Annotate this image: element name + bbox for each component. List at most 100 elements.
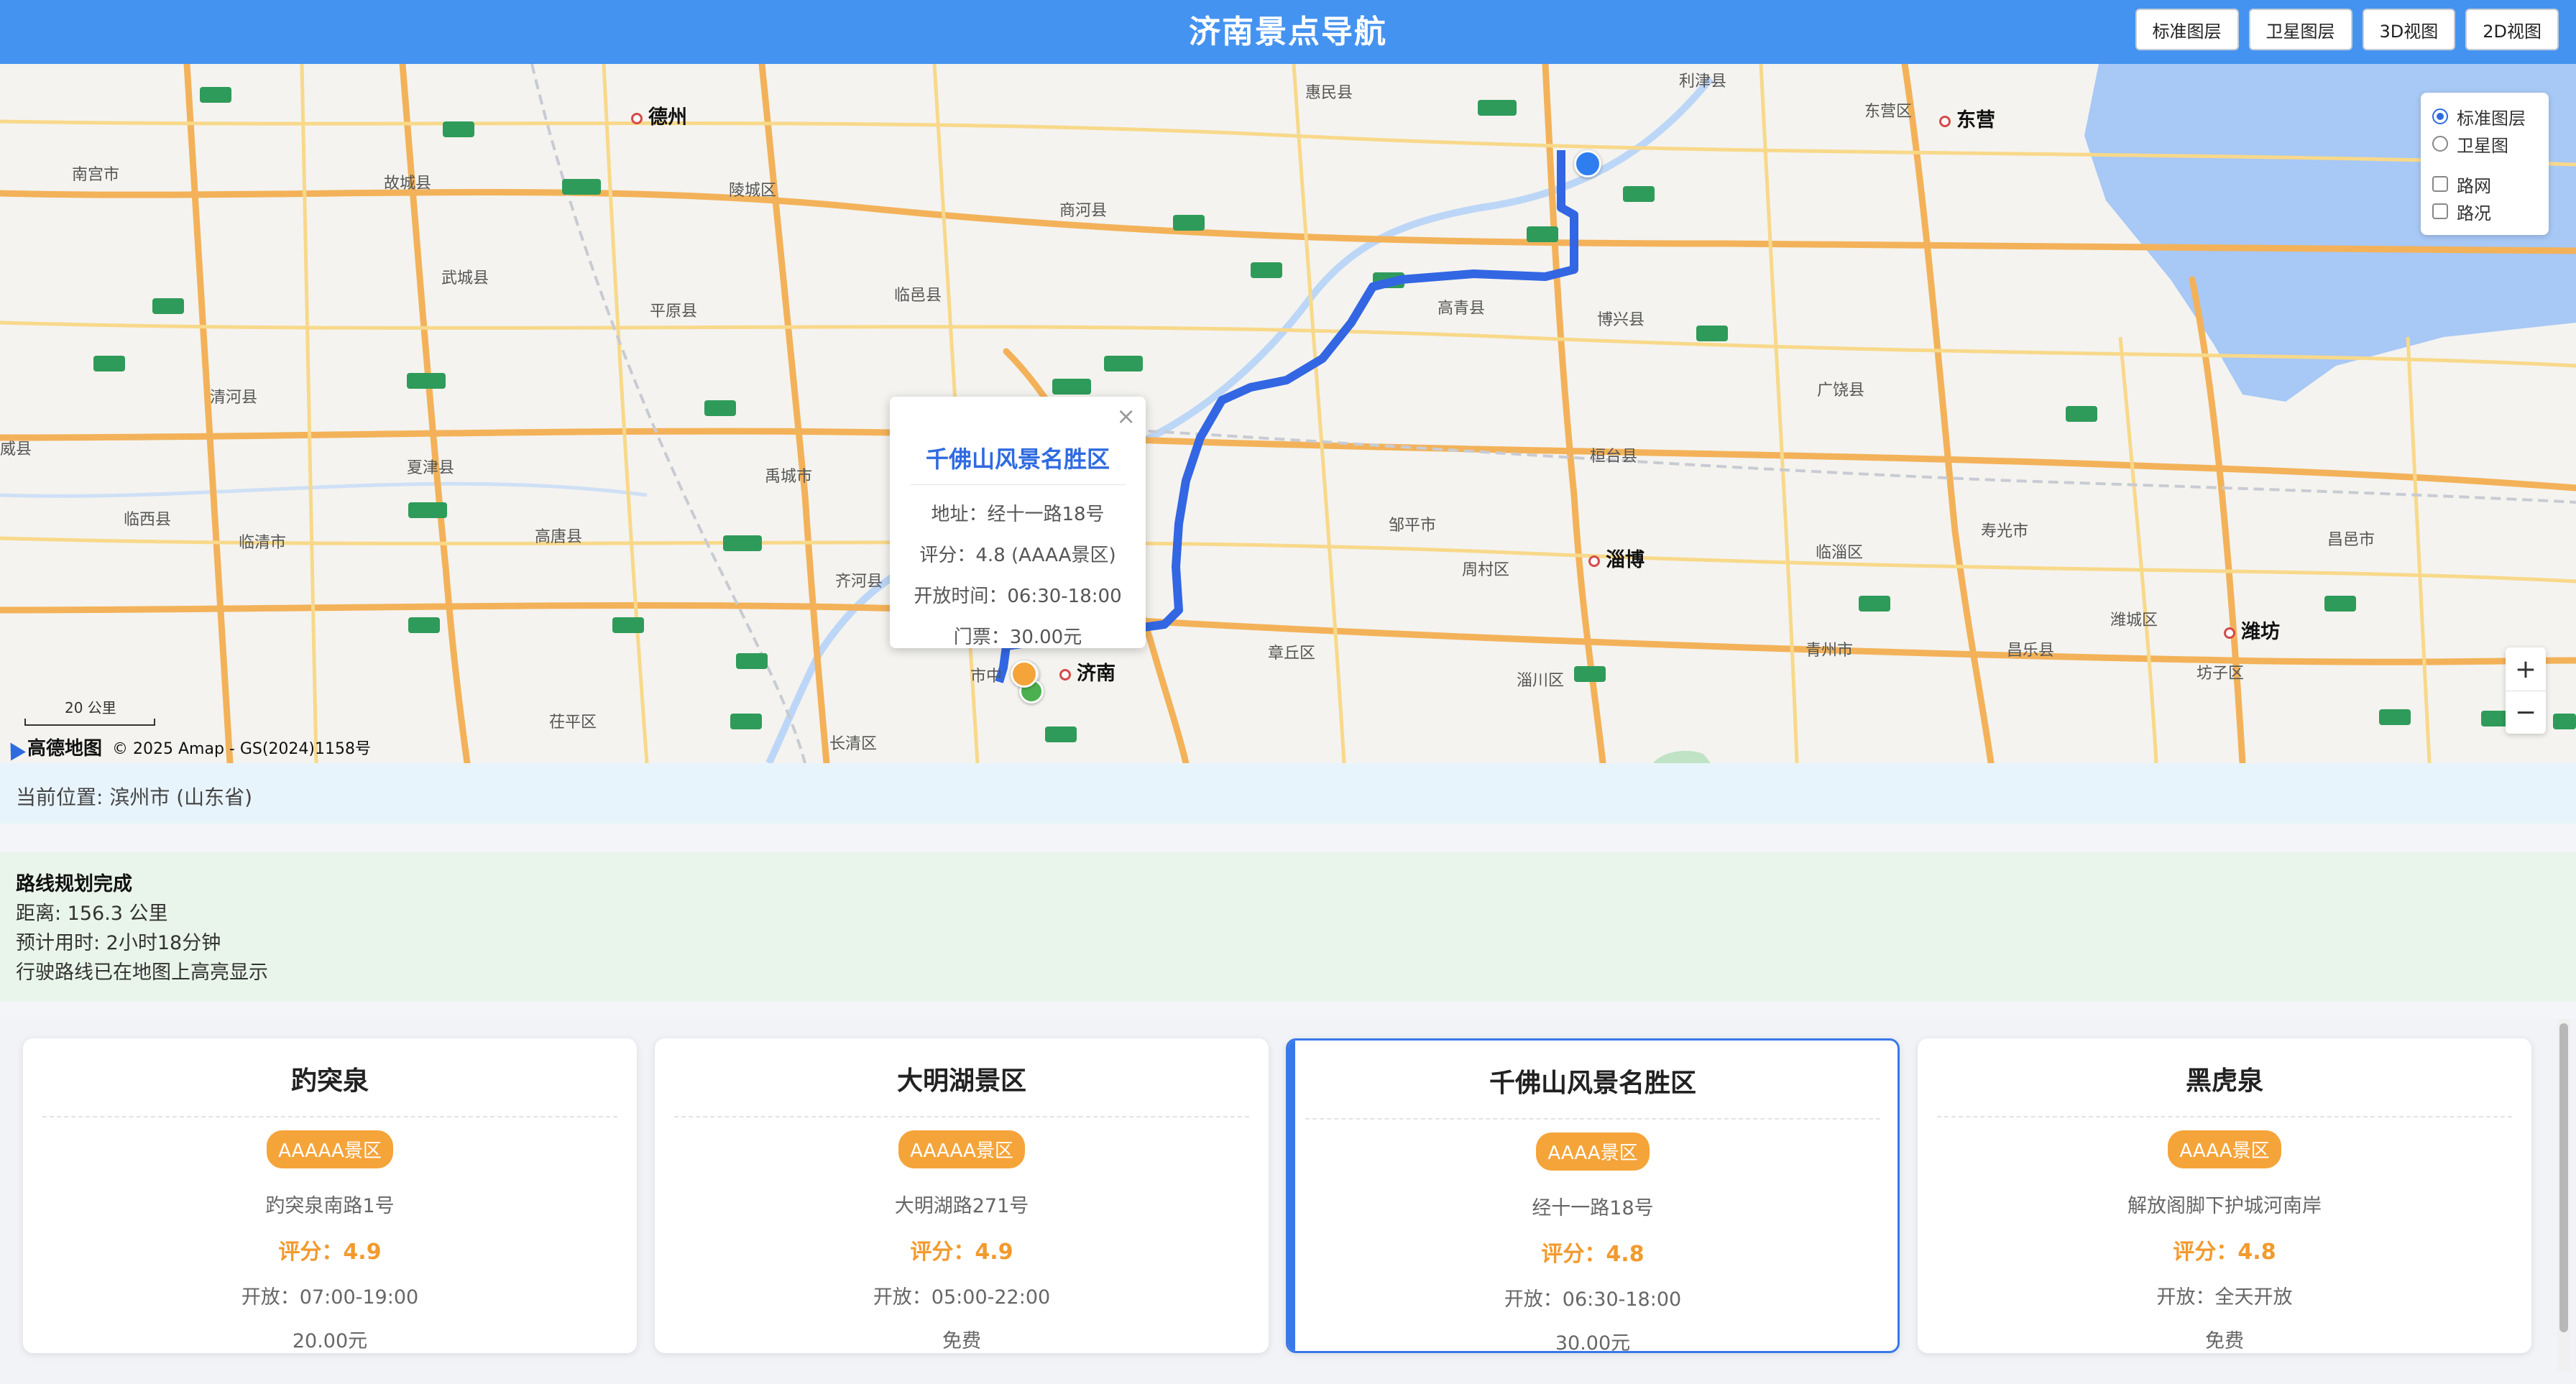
map-label: 平原县 bbox=[650, 303, 698, 320]
map-label: 邹平市 bbox=[1389, 517, 1437, 535]
zoom-in-button[interactable]: + bbox=[2506, 647, 2546, 691]
map-canvas[interactable]: 德州 东营 淄博 潍坊 济南 惠民县 利津县 东营区 南宫市 故城县 陵城区 商… bbox=[0, 64, 2576, 763]
map-label: 东营 bbox=[1939, 104, 1995, 132]
origin-marker[interactable] bbox=[1574, 150, 1601, 177]
map-label: 故城县 bbox=[384, 175, 432, 193]
spot-hours: 开放：07:00-19:00 bbox=[241, 1286, 419, 1309]
close-icon[interactable]: × bbox=[1116, 402, 1136, 430]
amap-logo: 高德地图 bbox=[6, 734, 102, 760]
map-label: 茌平区 bbox=[549, 714, 597, 732]
layer-option-standard[interactable]: 标准图层 bbox=[2432, 103, 2537, 130]
scale-label: 20 公里 bbox=[65, 699, 116, 716]
route-duration: 预计用时: 2小时18分钟 bbox=[16, 932, 221, 954]
map-label: 周村区 bbox=[1462, 561, 1510, 579]
spot-name: 趵突泉 bbox=[290, 1066, 369, 1096]
spot-hours: 开放：06:30-18:00 bbox=[1504, 1288, 1682, 1311]
satellite-layer-button[interactable]: 卫星图层 bbox=[2248, 9, 2352, 50]
route-note: 行驶路线已在地图上高亮显示 bbox=[16, 961, 268, 984]
spot-address: 经十一路18号 bbox=[1532, 1197, 1654, 1219]
popup-ticket: 门票：30.00元 bbox=[953, 627, 1082, 648]
layer-option-satellite[interactable]: 卫星图 bbox=[2432, 130, 2537, 157]
level-badge: AAAA景区 bbox=[1536, 1132, 1650, 1171]
spot-name: 黑虎泉 bbox=[2185, 1066, 2263, 1096]
radio-icon[interactable] bbox=[2432, 136, 2448, 152]
overlay-option-traffic[interactable]: 路况 bbox=[2432, 198, 2537, 225]
spot-hours: 开放：全天开放 bbox=[2156, 1286, 2293, 1309]
spot-name: 大明湖景区 bbox=[896, 1066, 1026, 1096]
spot-card[interactable]: 黑虎泉 AAAA景区 解放阁脚下护城河南岸 评分：4.8 开放：全天开放 免费 bbox=[1918, 1038, 2531, 1353]
level-badge: AAAA景区 bbox=[2168, 1130, 2281, 1168]
spot-price: 20.00元 bbox=[292, 1330, 368, 1352]
map-label: 临西县 bbox=[124, 511, 172, 529]
map-label: 济南 bbox=[1059, 658, 1116, 686]
scrollbar-thumb[interactable] bbox=[2559, 1023, 2568, 1332]
popup-rating: 评分：4.8 (AAAA景区) bbox=[919, 545, 1116, 566]
map-attribution: 高德地图 © 2025 Amap - GS(2024)1158号 bbox=[6, 734, 371, 760]
overlay-option-roadnet[interactable]: 路网 bbox=[2432, 170, 2537, 198]
map-label: 临清市 bbox=[239, 534, 287, 552]
spot-card[interactable]: 大明湖景区 AAAAA景区 大明湖路271号 评分：4.9 开放：05:00-2… bbox=[655, 1038, 1269, 1353]
page-scrollbar[interactable] bbox=[2557, 1019, 2570, 1371]
map-label: 淄川区 bbox=[1517, 672, 1565, 690]
layer-panel: 标准图层 卫星图 路网 路况 bbox=[2421, 93, 2549, 235]
map-label: 广饶县 bbox=[1817, 382, 1865, 400]
map-label: 商河县 bbox=[1059, 202, 1108, 220]
spot-name: 千佛山风景名胜区 bbox=[1489, 1069, 1696, 1098]
3d-view-button[interactable]: 3D视图 bbox=[2362, 9, 2456, 50]
layer-option-label: 卫星图 bbox=[2457, 135, 2508, 156]
map-label: 南宫市 bbox=[72, 166, 120, 184]
checkbox-icon[interactable] bbox=[2432, 176, 2448, 192]
spot-rating: 评分：4.9 bbox=[910, 1240, 1013, 1265]
overlay-option-label: 路况 bbox=[2457, 203, 2491, 223]
spot-info-popup: × 千佛山风景名胜区 地址：经十一路18号 评分：4.8 (AAAA景区) 开放… bbox=[890, 397, 1146, 648]
radio-icon[interactable] bbox=[2432, 109, 2448, 124]
zoom-out-button[interactable]: − bbox=[2506, 691, 2546, 734]
current-location-text: 当前位置: 滨州市 (山东省) bbox=[16, 785, 253, 809]
spot-rating: 评分：4.9 bbox=[278, 1240, 382, 1265]
checkbox-icon[interactable] bbox=[2432, 203, 2448, 219]
layer-option-label: 标准图层 bbox=[2457, 108, 2526, 129]
spot-card-selected[interactable]: 千佛山风景名胜区 AAAA景区 经十一路18号 评分：4.8 开放：06:30-… bbox=[1286, 1038, 1900, 1353]
map-label: 青州市 bbox=[1806, 642, 1854, 660]
popup-title: 千佛山风景名胜区 bbox=[925, 446, 1110, 473]
copyright-text: © 2025 Amap - GS(2024)1158号 bbox=[112, 739, 371, 758]
spot-price: 免费 bbox=[942, 1330, 981, 1352]
spot-address: 趵突泉南路1号 bbox=[265, 1195, 395, 1217]
map-label: 临邑县 bbox=[894, 287, 942, 305]
zoom-control: + − bbox=[2506, 647, 2546, 734]
map-label: 高青县 bbox=[1438, 300, 1486, 318]
map-label: 利津县 bbox=[1679, 73, 1727, 91]
map-label: 高唐县 bbox=[535, 528, 583, 546]
map-label: 昌乐县 bbox=[2007, 642, 2055, 660]
standard-layer-button[interactable]: 标准图层 bbox=[2135, 9, 2239, 50]
2d-view-button[interactable]: 2D视图 bbox=[2465, 9, 2559, 50]
spot-price: 30.00元 bbox=[1555, 1332, 1631, 1353]
overlay-option-label: 路网 bbox=[2457, 175, 2491, 196]
map-label: 潍坊 bbox=[2224, 616, 2280, 644]
spot-rating: 评分：4.8 bbox=[1541, 1242, 1644, 1267]
map-label: 潍城区 bbox=[2110, 612, 2158, 629]
spot-marker-orange[interactable] bbox=[1011, 660, 1038, 688]
map-label: 昌邑市 bbox=[2327, 531, 2375, 549]
map-label: 德州 bbox=[631, 101, 687, 129]
spot-price: 免费 bbox=[2205, 1330, 2244, 1352]
current-location-bar: 当前位置: 滨州市 (山东省) bbox=[0, 763, 2576, 824]
popup-divider bbox=[910, 484, 1126, 485]
map-label: 齐河县 bbox=[835, 573, 883, 591]
spot-card-list: 趵突泉 AAAAA景区 趵突泉南路1号 评分：4.9 开放：07:00-19:0… bbox=[0, 1019, 2576, 1384]
map-label: 临淄区 bbox=[1816, 544, 1864, 562]
spot-address: 大明湖路271号 bbox=[894, 1195, 1029, 1217]
spot-card[interactable]: 趵突泉 AAAAA景区 趵突泉南路1号 评分：4.9 开放：07:00-19:0… bbox=[23, 1038, 637, 1353]
route-distance: 距离: 156.3 公里 bbox=[16, 903, 168, 925]
map-label: 惠民县 bbox=[1305, 84, 1353, 102]
map-label: 章丘区 bbox=[1268, 645, 1316, 663]
map-label: 坊子区 bbox=[2196, 665, 2245, 683]
map-label: 桓台县 bbox=[1590, 448, 1638, 466]
map-label: 夏津县 bbox=[407, 459, 455, 477]
level-badge: AAAAA景区 bbox=[267, 1130, 393, 1168]
route-title: 路线规划完成 bbox=[16, 873, 132, 895]
scale-indicator: 20 公里 bbox=[24, 696, 155, 726]
spot-rating: 评分：4.8 bbox=[2173, 1240, 2276, 1265]
spot-hours: 开放：05:00-22:00 bbox=[873, 1286, 1051, 1309]
map-label: 威县 bbox=[0, 440, 32, 458]
